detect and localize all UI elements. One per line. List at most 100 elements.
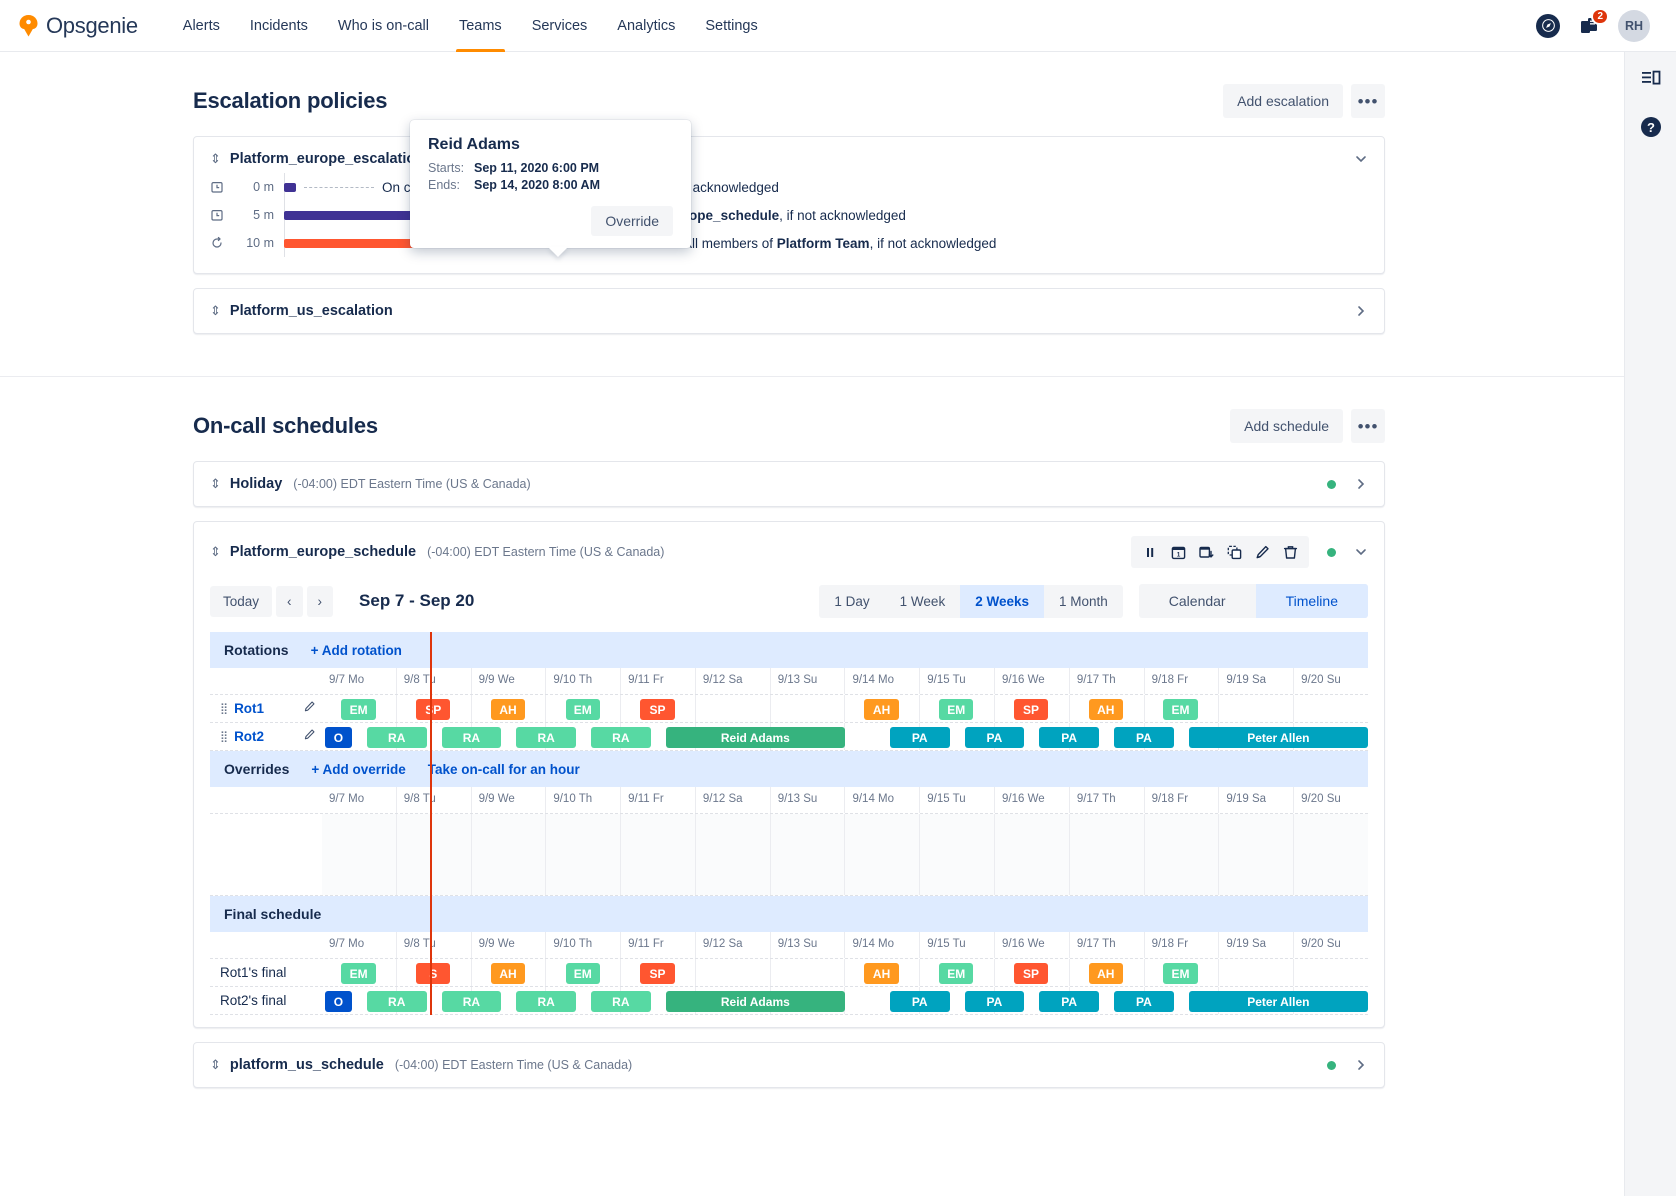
shift-chip[interactable]: PA (890, 727, 950, 748)
rotation-name[interactable]: Rot1 (234, 701, 264, 716)
day-cell[interactable] (696, 959, 771, 986)
shift-chip[interactable]: PA (1039, 727, 1099, 748)
shift-chip[interactable]: EM (341, 963, 375, 984)
day-cell[interactable] (696, 695, 771, 722)
shift-chip[interactable]: SP (640, 963, 674, 984)
nav-link-alerts[interactable]: Alerts (168, 0, 235, 52)
shift-chip[interactable]: RA (516, 991, 576, 1012)
day-cell[interactable] (472, 814, 547, 895)
chevron-right-icon[interactable] (1354, 477, 1368, 491)
shift-chip[interactable]: RA (591, 991, 651, 1012)
day-cell[interactable] (845, 814, 920, 895)
shift-chip[interactable]: AH (864, 963, 898, 984)
edit-icon[interactable] (1249, 539, 1275, 565)
day-cell[interactable] (1219, 814, 1294, 895)
day-cell[interactable] (995, 814, 1070, 895)
escalation-more-button[interactable]: ••• (1351, 84, 1385, 118)
shift-chip[interactable]: AH (491, 963, 525, 984)
rotation-name[interactable]: Rot2 (234, 729, 264, 744)
day-cell[interactable] (1294, 695, 1368, 722)
delete-icon[interactable] (1277, 539, 1303, 565)
drag-handle-icon[interactable]: ⣿ (220, 730, 227, 743)
shift-chip[interactable]: Reid Adams (666, 727, 845, 748)
schedules-more-button[interactable]: ••• (1351, 409, 1385, 443)
shift-chip[interactable]: AH (1089, 963, 1123, 984)
notifications-button[interactable]: 2 (1577, 14, 1601, 38)
shift-chip[interactable]: EM (939, 699, 973, 720)
shift-chip[interactable]: EM (1163, 963, 1197, 984)
day-cell[interactable] (1145, 814, 1220, 895)
shift-chip[interactable]: AH (864, 699, 898, 720)
chevron-right-icon[interactable] (1354, 1058, 1368, 1072)
zoom-1-day[interactable]: 1 Day (819, 585, 884, 618)
edit-icon[interactable] (303, 728, 316, 746)
help-icon[interactable]: ? (1638, 114, 1664, 140)
nav-link-who-is-on-call[interactable]: Who is on-call (323, 0, 444, 52)
shift-chip[interactable]: RA (591, 727, 651, 748)
day-cell[interactable] (771, 959, 846, 986)
add-schedule-button[interactable]: Add schedule (1230, 409, 1343, 443)
nav-link-services[interactable]: Services (517, 0, 603, 52)
day-cell[interactable] (696, 814, 771, 895)
day-cell[interactable] (322, 814, 397, 895)
shift-chip[interactable]: SP (640, 699, 674, 720)
shift-chip[interactable]: EM (341, 699, 375, 720)
drag-handle-icon[interactable]: ⣿ (220, 702, 227, 715)
add-escalation-button[interactable]: Add escalation (1223, 84, 1343, 118)
schedule-header[interactable]: ⇕ platform_us_schedule (-04:00) EDT East… (194, 1043, 1384, 1087)
schedule-header[interactable]: ⇕ Holiday (-04:00) EDT Eastern Time (US … (194, 462, 1384, 506)
escalation-policy-card[interactable]: ⇕ Platform_us_escalation (193, 288, 1385, 334)
day-cell[interactable] (920, 814, 995, 895)
day-cell[interactable] (1219, 959, 1294, 986)
shift-chip[interactable]: AH (491, 699, 525, 720)
shift-chip[interactable]: SP (1014, 699, 1048, 720)
day-cell[interactable] (1294, 959, 1368, 986)
shift-chip[interactable]: RA (442, 991, 502, 1012)
override-button[interactable]: Override (591, 206, 673, 236)
day-cell[interactable] (771, 695, 846, 722)
panel-toggle-icon[interactable] (1638, 66, 1664, 92)
view-timeline[interactable]: Timeline (1256, 584, 1368, 618)
day-cell[interactable] (1219, 695, 1294, 722)
day-cell[interactable] (397, 814, 472, 895)
day-cell[interactable] (1070, 814, 1145, 895)
schedule-card-holiday[interactable]: ⇕ Holiday (-04:00) EDT Eastern Time (US … (193, 461, 1385, 507)
view-calendar[interactable]: Calendar (1139, 584, 1256, 618)
shift-chip[interactable]: SP (1014, 963, 1048, 984)
nav-link-analytics[interactable]: Analytics (602, 0, 690, 52)
copy-icon[interactable] (1221, 539, 1247, 565)
add-override-link[interactable]: + Add override (311, 762, 405, 777)
drag-handle-icon[interactable]: ⇕ (210, 1057, 221, 1073)
shift-chip[interactable]: Reid Adams (666, 991, 845, 1012)
shift-chip[interactable]: RA (442, 727, 502, 748)
shift-chip[interactable]: PA (965, 991, 1025, 1012)
shift-chip[interactable]: RA (516, 727, 576, 748)
shift-chip[interactable]: PA (890, 991, 950, 1012)
brand-logo[interactable]: Opsgenie (18, 13, 138, 39)
escalation-policy-header[interactable]: ⇕ Platform_europe_escalation (194, 137, 1384, 171)
day-cell[interactable] (1294, 814, 1368, 895)
overrides-empty-row[interactable] (210, 814, 1368, 896)
prev-period-button[interactable]: ‹ (276, 586, 303, 617)
schedule-card-platform-us[interactable]: ⇕ platform_us_schedule (-04:00) EDT East… (193, 1042, 1385, 1088)
zoom-2-weeks[interactable]: 2 Weeks (960, 585, 1044, 618)
zoom-1-week[interactable]: 1 Week (885, 585, 961, 618)
avatar[interactable]: RH (1618, 10, 1650, 42)
nav-link-incidents[interactable]: Incidents (235, 0, 323, 52)
shift-chip[interactable]: EM (939, 963, 973, 984)
day-cell[interactable] (621, 814, 696, 895)
take-on-call-link[interactable]: Take on-call for an hour (428, 762, 580, 777)
calendar-day-icon[interactable]: 1 (1165, 539, 1191, 565)
chevron-down-icon[interactable] (1354, 545, 1368, 559)
chevron-down-icon[interactable] (1354, 152, 1368, 166)
drag-handle-icon[interactable]: ⇕ (210, 151, 221, 167)
day-cell[interactable] (771, 814, 846, 895)
day-cell[interactable] (546, 814, 621, 895)
drag-handle-icon[interactable]: ⇕ (210, 476, 221, 492)
shift-chip[interactable]: S (416, 963, 450, 984)
today-button[interactable]: Today (210, 586, 272, 617)
shift-chip[interactable]: SP (416, 699, 450, 720)
shift-chip[interactable]: EM (566, 699, 600, 720)
chevron-right-icon[interactable] (1354, 304, 1368, 318)
edit-icon[interactable] (303, 700, 316, 718)
